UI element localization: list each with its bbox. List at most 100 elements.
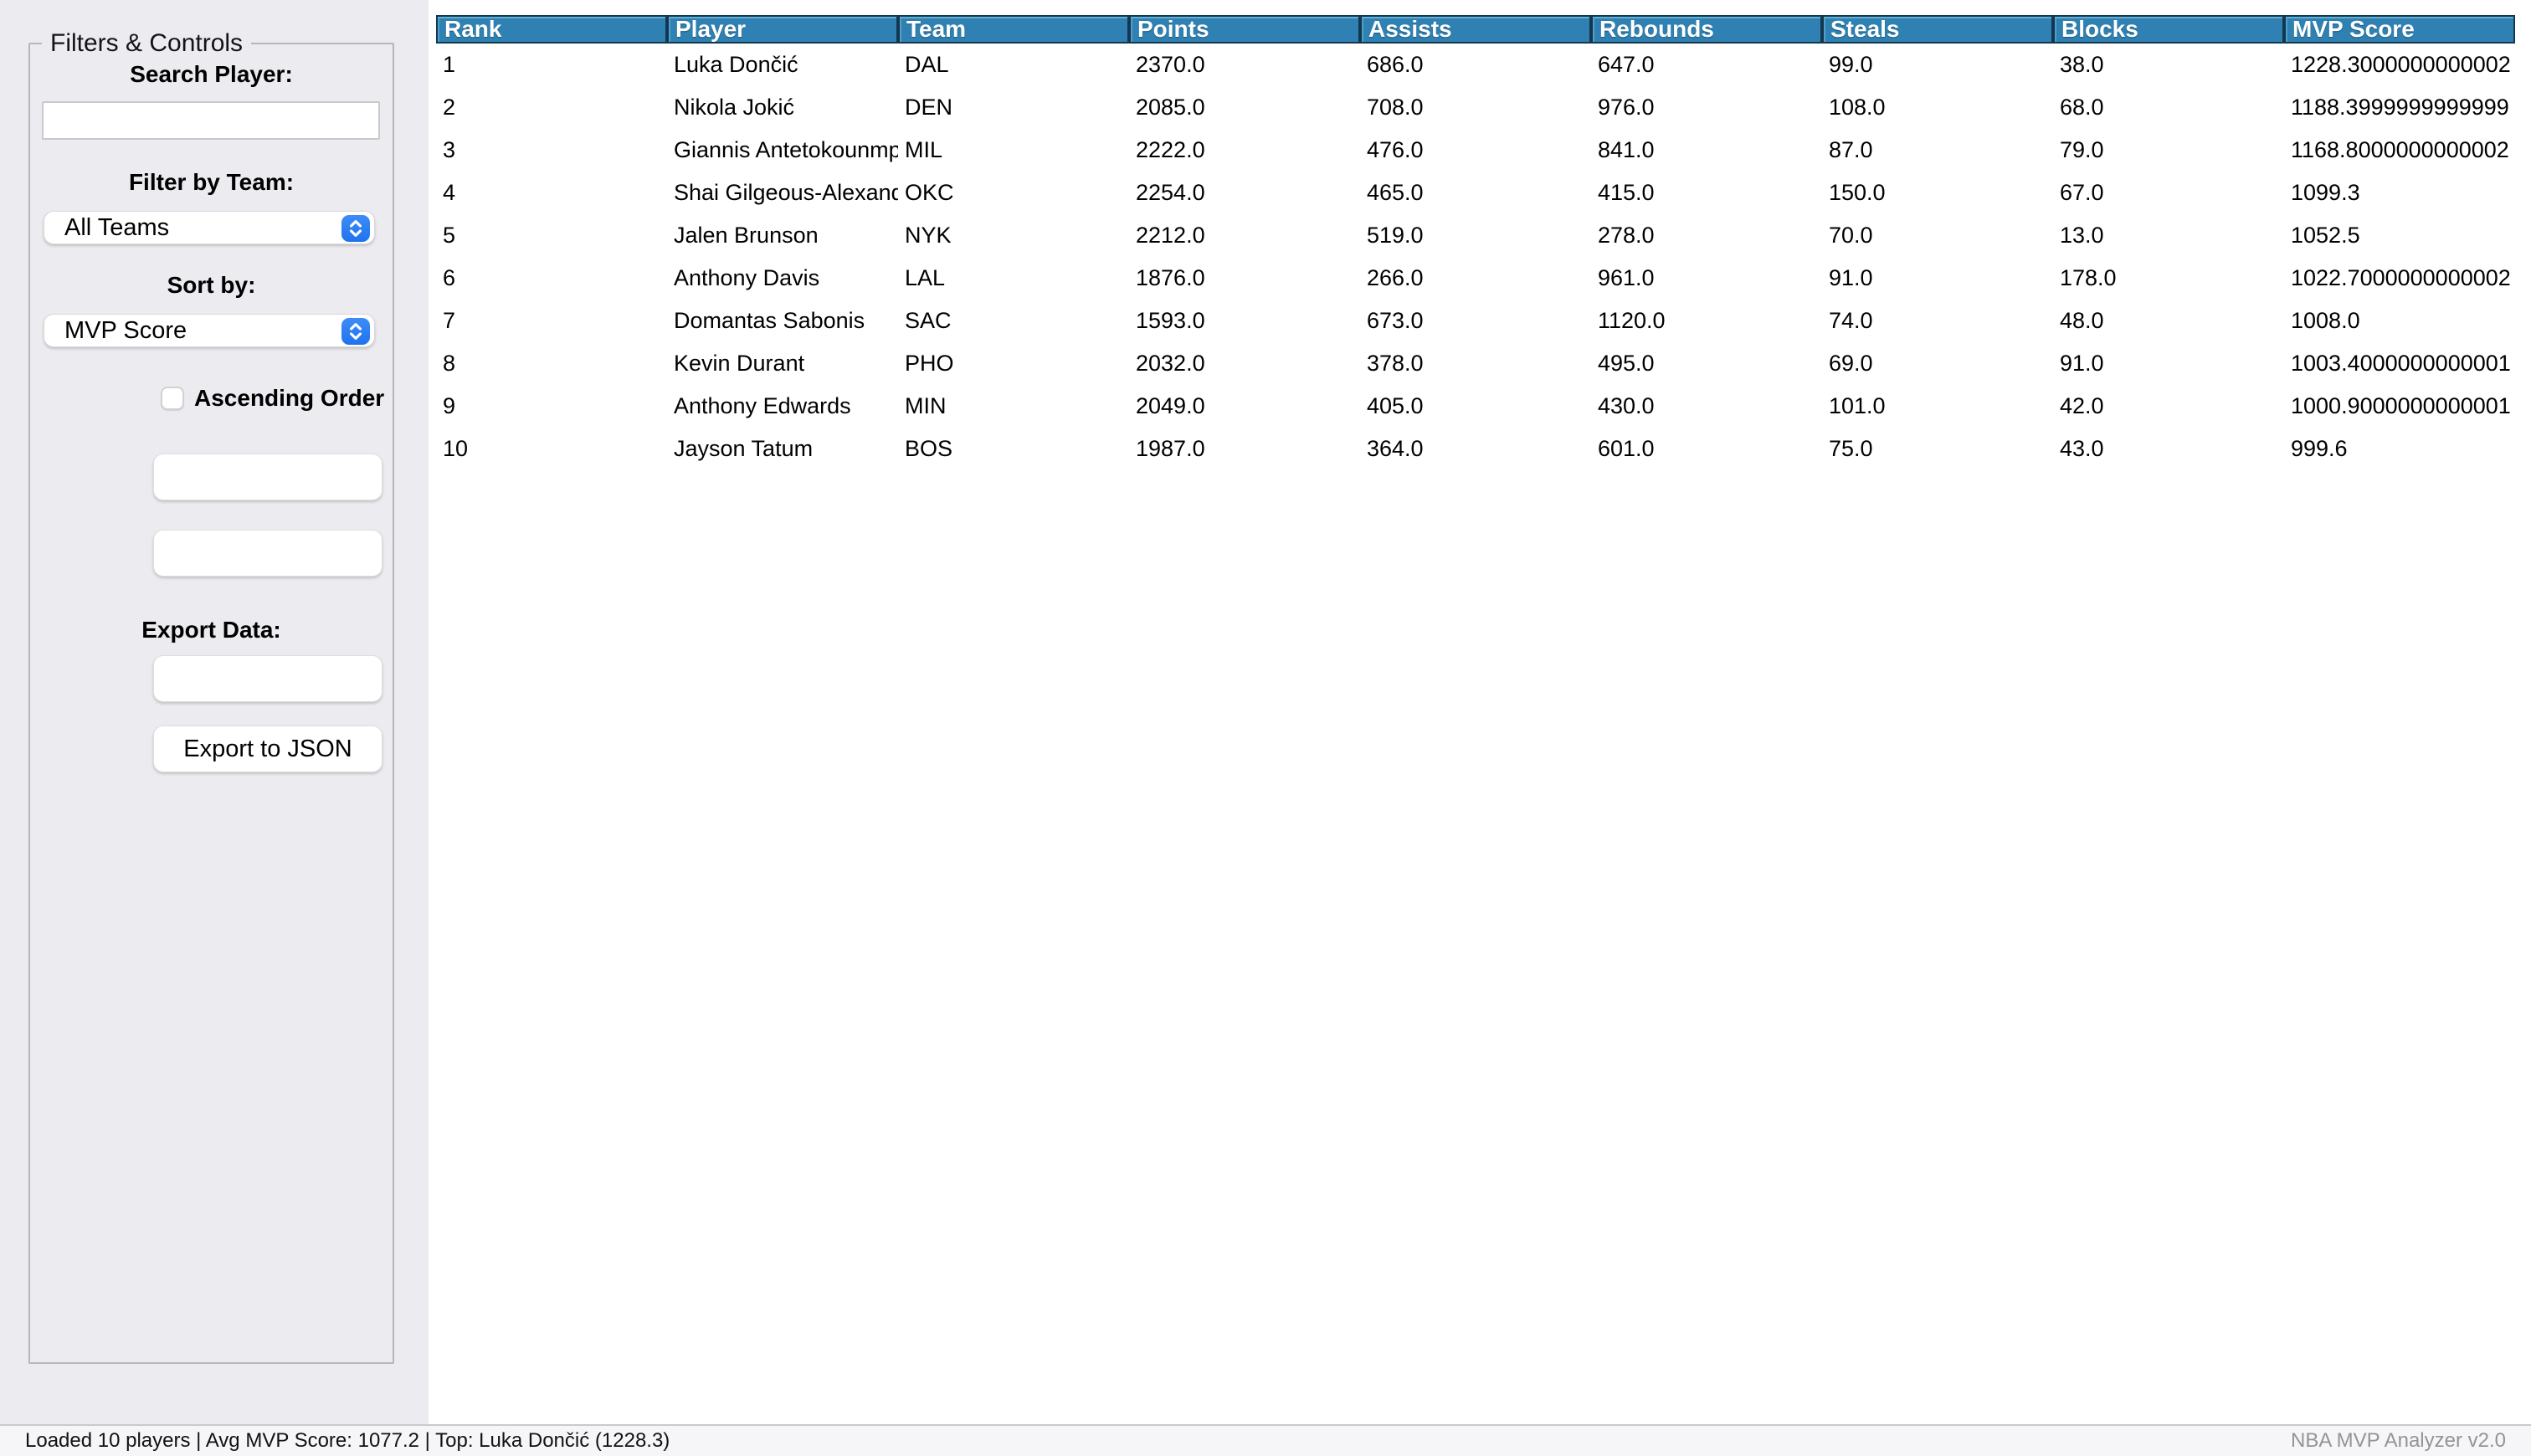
table-cell: 75.0 <box>1829 436 1873 461</box>
table-row[interactable]: 4 Shai Gilgeous-Alexand... OKC 2254.0 465.0 4… <box>436 172 2517 214</box>
column-header[interactable]: Rank <box>436 15 667 44</box>
table-cell: 999.6 <box>2291 436 2348 461</box>
table-cell: Luka Dončić <box>674 52 798 77</box>
table-cell: Shai Gilgeous-Alexand... <box>674 180 898 205</box>
players-table: Rank Player Team Points Assists Rebounds Steal… <box>436 15 2517 470</box>
table-cell: 1003.4000000000001 <box>2291 351 2511 376</box>
table-cell: 68.0 <box>2060 95 2104 120</box>
table-cell: MIL <box>905 137 943 162</box>
column-header[interactable]: MVP Score <box>2284 15 2515 44</box>
table-cell: 178.0 <box>2060 265 2117 290</box>
table-cell: 2032.0 <box>1136 351 1205 376</box>
table-row[interactable]: 5 Jalen Brunson NYK 2212.0 519.0 278.0 70.0 13.… <box>436 214 2517 257</box>
table-cell: 4 <box>443 180 456 205</box>
table-row[interactable]: 1 Luka Dončić DAL 2370.0 686.0 647.0 99.0 38.0 1… <box>436 44 2517 86</box>
export-data-field[interactable] <box>153 655 382 702</box>
table-row[interactable]: 6 Anthony Davis LAL 1876.0 266.0 961.0 91.0 178… <box>436 257 2517 300</box>
table-cell: 5 <box>443 223 456 248</box>
team-filter-combobox[interactable]: All Teams <box>44 211 375 244</box>
table-cell: 2212.0 <box>1136 223 1205 248</box>
table-row[interactable]: 9 Anthony Edwards MIN 2049.0 405.0 430.0 101.0… <box>436 385 2517 428</box>
table-cell: NYK <box>905 223 952 248</box>
table-cell: Jayson Tatum <box>674 436 814 461</box>
table-cell: 686.0 <box>1367 52 1424 77</box>
table-cell: DAL <box>905 52 949 77</box>
table-cell: SAC <box>905 308 952 333</box>
column-header[interactable]: Steals <box>1822 15 2053 44</box>
up-down-chevrons-icon <box>350 220 362 237</box>
column-header[interactable]: Points <box>1129 15 1360 44</box>
table-cell: 647.0 <box>1598 52 1655 77</box>
filter-by-team-label: Filter by Team: <box>128 169 295 195</box>
table-cell: 2370.0 <box>1136 52 1205 77</box>
table-cell: 1228.3000000000002 <box>2291 52 2511 77</box>
up-down-chevrons-icon <box>350 323 362 340</box>
table-cell: 10 <box>443 436 469 461</box>
table-cell: 91.0 <box>1829 265 1873 290</box>
table-cell: MIN <box>905 393 947 418</box>
table-cell: 42.0 <box>2060 393 2104 418</box>
table-cell: 7 <box>443 308 456 333</box>
table-cell: 3 <box>443 137 456 162</box>
table-cell: 364.0 <box>1367 436 1424 461</box>
table-cell: 91.0 <box>2060 351 2104 376</box>
export-to-json-button[interactable]: Export to JSON <box>153 725 382 772</box>
ascending-order-checkbox[interactable] <box>161 387 184 410</box>
column-header[interactable]: Rebounds <box>1591 15 1822 44</box>
combobox-stepper-icon[interactable] <box>341 318 370 345</box>
table-cell: 70.0 <box>1829 223 1873 248</box>
table-cell: 8 <box>443 351 456 376</box>
status-text: Loaded 10 players | Avg MVP Score: 1077.… <box>25 1429 670 1452</box>
table-cell: 961.0 <box>1598 265 1655 290</box>
table-header-row: Rank Player Team Points Assists Rebounds Steal… <box>436 15 2517 44</box>
table-cell: 1188.3999999999999 <box>2291 95 2509 120</box>
table-cell: 1000.9000000000001 <box>2291 393 2511 418</box>
table-cell: 74.0 <box>1829 308 1873 333</box>
table-cell: Kevin Durant <box>674 351 805 376</box>
table-cell: 430.0 <box>1598 393 1655 418</box>
search-player-input[interactable] <box>42 101 380 140</box>
table-cell: 841.0 <box>1598 137 1655 162</box>
table-cell: 1022.7000000000002 <box>2291 265 2511 290</box>
table-row[interactable]: 10 Jayson Tatum BOS 1987.0 364.0 601.0 75.0 43.… <box>436 428 2517 470</box>
table-cell: 1593.0 <box>1136 308 1205 333</box>
table-cell: Anthony Davis <box>674 265 820 290</box>
blank-button-1[interactable] <box>153 454 382 500</box>
column-header[interactable]: Blocks <box>2053 15 2284 44</box>
table-cell: 278.0 <box>1598 223 1655 248</box>
table-cell: 67.0 <box>2060 180 2104 205</box>
table-cell: 150.0 <box>1829 180 1886 205</box>
table-cell: 13.0 <box>2060 223 2104 248</box>
table-cell: 6 <box>443 265 456 290</box>
table-cell: 101.0 <box>1829 393 1886 418</box>
blank-button-2[interactable] <box>153 530 382 577</box>
table-row[interactable]: 3 Giannis Antetokounmpo MIL 2222.0 476.0 841.… <box>436 129 2517 172</box>
column-header[interactable]: Team <box>898 15 1129 44</box>
table-row[interactable]: 8 Kevin Durant PHO 2032.0 378.0 495.0 69.0 91.0… <box>436 342 2517 385</box>
ascending-order-label: Ascending Order <box>194 385 385 411</box>
column-header[interactable]: Assists <box>1360 15 1591 44</box>
column-header[interactable]: Player <box>667 15 898 44</box>
table-cell: Giannis Antetokounmpo <box>674 137 898 162</box>
table-row[interactable]: 2 Nikola Jokić DEN 2085.0 708.0 976.0 108.0 68.… <box>436 86 2517 129</box>
table-cell: 708.0 <box>1367 95 1424 120</box>
table-cell: 87.0 <box>1829 137 1873 162</box>
table-cell: 495.0 <box>1598 351 1655 376</box>
export-data-label: Export Data: <box>141 617 281 643</box>
table-cell: BOS <box>905 436 953 461</box>
table-cell: 79.0 <box>2060 137 2104 162</box>
table-cell: Anthony Edwards <box>674 393 851 418</box>
table-cell: 1099.3 <box>2291 180 2360 205</box>
table-cell: LAL <box>905 265 946 290</box>
search-player-label: Search Player: <box>130 61 293 87</box>
table-cell: 1008.0 <box>2291 308 2360 333</box>
combobox-stepper-icon[interactable] <box>341 215 370 242</box>
table-area: Rank Player Team Points Assists Rebounds Steal… <box>429 0 2531 1424</box>
sort-by-combobox[interactable]: MVP Score <box>44 314 375 347</box>
sort-by-label: Sort by: <box>167 272 256 298</box>
table-cell: 476.0 <box>1367 137 1424 162</box>
table-cell: DEN <box>905 95 953 120</box>
app-version-label: NBA MVP Analyzer v2.0 <box>2290 1429 2506 1452</box>
table-cell: 108.0 <box>1829 95 1886 120</box>
table-row[interactable]: 7 Domantas Sabonis SAC 1593.0 673.0 1120.0 74.… <box>436 300 2517 342</box>
